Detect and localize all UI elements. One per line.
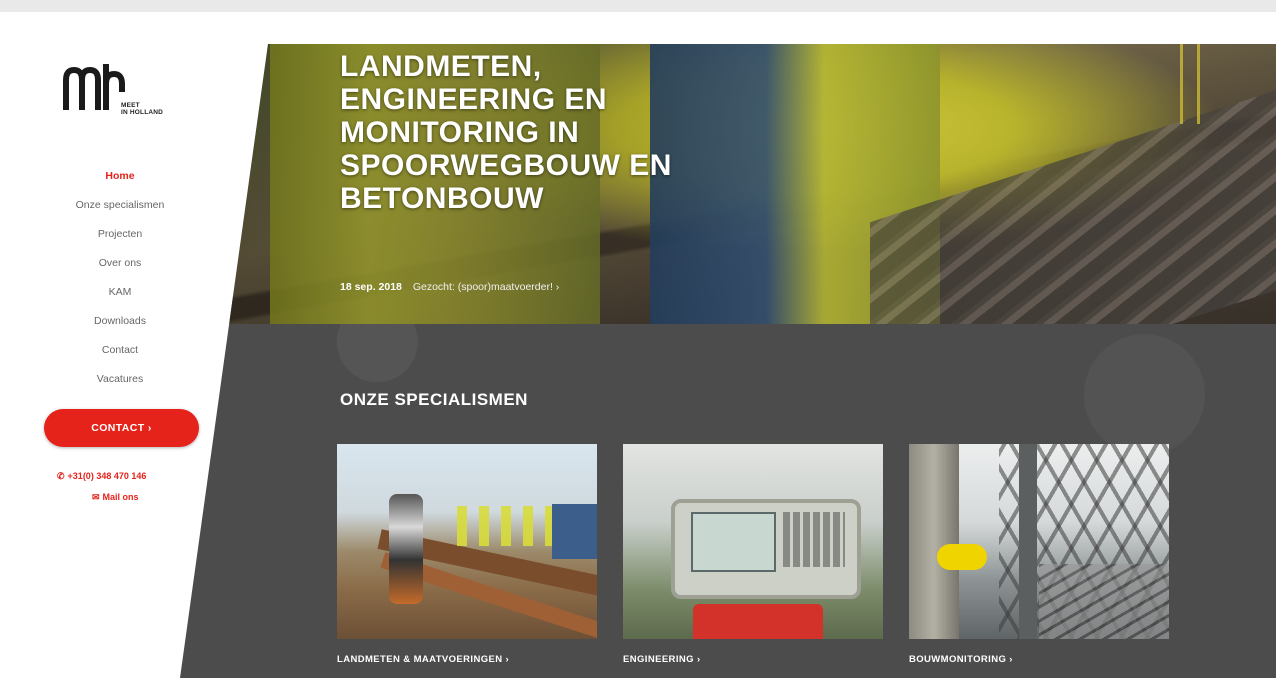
card-image-sensor	[937, 544, 987, 570]
site-logo[interactable]: MEET IN HOLLAND	[62, 60, 192, 122]
nav-item-contact[interactable]: Contact	[0, 336, 240, 365]
hero-meta: 18 sep. 2018 Gezocht: (spoor)maatvoerder…	[340, 281, 559, 293]
card-image-base	[693, 604, 823, 639]
mail-link[interactable]: ✉ Mail ons	[92, 492, 139, 503]
nav-item-projects[interactable]: Projecten	[0, 220, 240, 249]
card-image-beam	[909, 444, 959, 639]
phone-icon: ✆	[57, 471, 65, 481]
logo-line-1: MEET	[121, 102, 140, 109]
card-label-bouwmonitoring[interactable]: BOUWMONITORING ›	[909, 654, 1013, 665]
logo-line-2: IN HOLLAND	[121, 109, 164, 116]
main-nav: Home Onze specialismen Projecten Over on…	[0, 162, 240, 394]
card-image-container	[552, 504, 597, 559]
nav-item-downloads[interactable]: Downloads	[0, 307, 240, 336]
hero-vacancy-link[interactable]: Gezocht: (spoor)maatvoerder! ›	[413, 281, 559, 293]
browser-top-bar	[0, 0, 1276, 12]
logo-text: MEET IN HOLLAND	[121, 102, 163, 116]
phone-number: +31(0) 348 470 146	[67, 471, 147, 481]
card-label-engineering[interactable]: ENGINEERING ›	[623, 654, 701, 665]
card-image-prism	[389, 494, 423, 604]
nav-item-vacancies[interactable]: Vacatures	[0, 365, 240, 394]
card-image-keypad	[783, 512, 845, 567]
specialisms-section: ONZE SPECIALISMEN LANDMETEN & MAATVOERIN…	[180, 324, 1276, 678]
hero-title: LANDMETEN, ENGINEERING EN MONITORING IN …	[340, 50, 672, 215]
card-image-tracks	[1039, 564, 1169, 639]
mail-icon: ✉	[92, 492, 100, 502]
nav-item-specialisms[interactable]: Onze specialismen	[0, 191, 240, 220]
mail-label: Mail ons	[102, 492, 139, 502]
hero-banner: LANDMETEN, ENGINEERING EN MONITORING IN …	[180, 44, 1276, 423]
nav-item-about[interactable]: Over ons	[0, 249, 240, 278]
contact-button[interactable]: CONTACT ›	[44, 409, 199, 447]
nav-item-home[interactable]: Home	[0, 162, 240, 191]
card-image-screen	[691, 512, 776, 572]
card-label-landmeten[interactable]: LANDMETEN & MAATVOERINGEN ›	[337, 654, 509, 665]
mih-logo-icon	[63, 64, 125, 110]
section-title: ONZE SPECIALISMEN	[340, 390, 528, 409]
card-engineering[interactable]	[623, 444, 883, 639]
card-image-beam	[1019, 444, 1037, 639]
card-image-workers	[457, 506, 567, 546]
phone-link[interactable]: ✆ +31(0) 348 470 146	[57, 471, 146, 482]
hero-date: 18 sep. 2018	[340, 281, 402, 293]
card-landmeten[interactable]	[337, 444, 597, 639]
main-content: LANDMETEN, ENGINEERING EN MONITORING IN …	[180, 44, 1276, 678]
nav-item-kam[interactable]: KAM	[0, 278, 240, 307]
card-bouwmonitoring[interactable]	[909, 444, 1169, 639]
